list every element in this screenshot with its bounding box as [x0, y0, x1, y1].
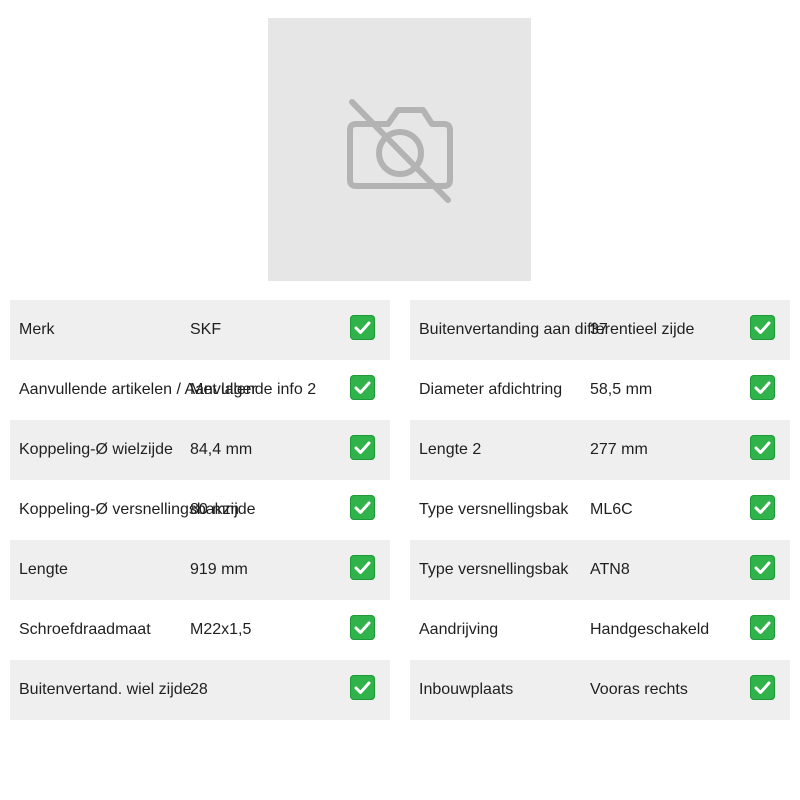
- spec-row: Lengte 2 277 mm: [410, 420, 790, 480]
- check-icon: [750, 555, 775, 580]
- spec-row: Aanvullende artikelen / Aanvullende info…: [10, 360, 390, 420]
- check-icon: [750, 675, 775, 700]
- check-icon: [750, 315, 775, 340]
- spec-value: ML6C: [590, 501, 633, 518]
- spec-row: Koppeling-Ø versnellingsbakzijde 80 mm: [10, 480, 390, 540]
- spec-value: SKF: [190, 321, 222, 338]
- spec-value: Vooras rechts: [590, 681, 688, 698]
- spec-label: Koppeling-Ø wielzijde: [19, 441, 173, 458]
- spec-label: Aanvullende artikelen / Aanvullende info…: [19, 381, 317, 398]
- check-icon: [750, 615, 775, 640]
- spec-label: Buitenvertand. wiel zijde: [19, 681, 192, 698]
- spec-row: Buitenvertand. wiel zijde 28: [10, 660, 390, 720]
- check-icon: [750, 375, 775, 400]
- spec-table-right: Buitenvertanding aan differentieel zijde…: [410, 300, 790, 720]
- spec-row: Buitenvertanding aan differentieel zijde…: [410, 300, 790, 360]
- spec-value: ATN8: [590, 561, 630, 578]
- spec-label: Type versnellingsbak: [419, 561, 569, 578]
- spec-row: Diameter afdichtring 58,5 mm: [410, 360, 790, 420]
- spec-label: Lengte 2: [419, 441, 482, 458]
- spec-value: 58,5 mm: [590, 381, 653, 398]
- check-icon: [350, 315, 375, 340]
- spec-label: Buitenvertanding aan differentieel zijde: [419, 321, 695, 338]
- spec-value: 28: [190, 681, 208, 698]
- spec-label: Lengte: [19, 561, 68, 578]
- spec-label: Schroefdraadmaat: [19, 621, 151, 638]
- check-icon: [350, 495, 375, 520]
- spec-value: 37: [590, 321, 608, 338]
- spec-row: Merk SKF: [10, 300, 390, 360]
- check-icon: [750, 495, 775, 520]
- check-icon: [350, 555, 375, 580]
- check-icon: [350, 615, 375, 640]
- spec-value: 80 mm: [190, 501, 239, 518]
- spec-value: 84,4 mm: [190, 441, 253, 458]
- check-icon: [350, 435, 375, 460]
- spec-value: 919 mm: [190, 561, 248, 578]
- spec-row: Type versnellingsbak ML6C: [410, 480, 790, 540]
- check-icon: [350, 675, 375, 700]
- spec-row: Lengte 919 mm: [10, 540, 390, 600]
- spec-label: Inbouwplaats: [419, 681, 514, 698]
- spec-label: Aandrijving: [419, 621, 499, 638]
- spec-row: Koppeling-Ø wielzijde 84,4 mm: [10, 420, 390, 480]
- spec-value: Handgeschakeld: [590, 621, 710, 638]
- spec-value: Met lager: [190, 381, 257, 398]
- spec-row: Aandrijving Handgeschakeld: [410, 600, 790, 660]
- spec-label: Merk: [19, 321, 55, 338]
- spec-value: 277 mm: [590, 441, 648, 458]
- no-photo-icon: [347, 99, 453, 203]
- check-icon: [350, 375, 375, 400]
- spec-label: Diameter afdichtring: [419, 381, 563, 398]
- spec-label: Type versnellingsbak: [419, 501, 569, 518]
- spec-value: M22x1,5: [190, 621, 252, 638]
- spec-table-left: Merk SKF Aanvullende artikelen / Aanvull…: [10, 300, 390, 720]
- spec-row: Type versnellingsbak ATN8: [410, 540, 790, 600]
- check-icon: [750, 435, 775, 460]
- product-image-placeholder: [268, 18, 531, 281]
- spec-row: Schroefdraadmaat M22x1,5: [10, 600, 390, 660]
- spec-row: Inbouwplaats Vooras rechts: [410, 660, 790, 720]
